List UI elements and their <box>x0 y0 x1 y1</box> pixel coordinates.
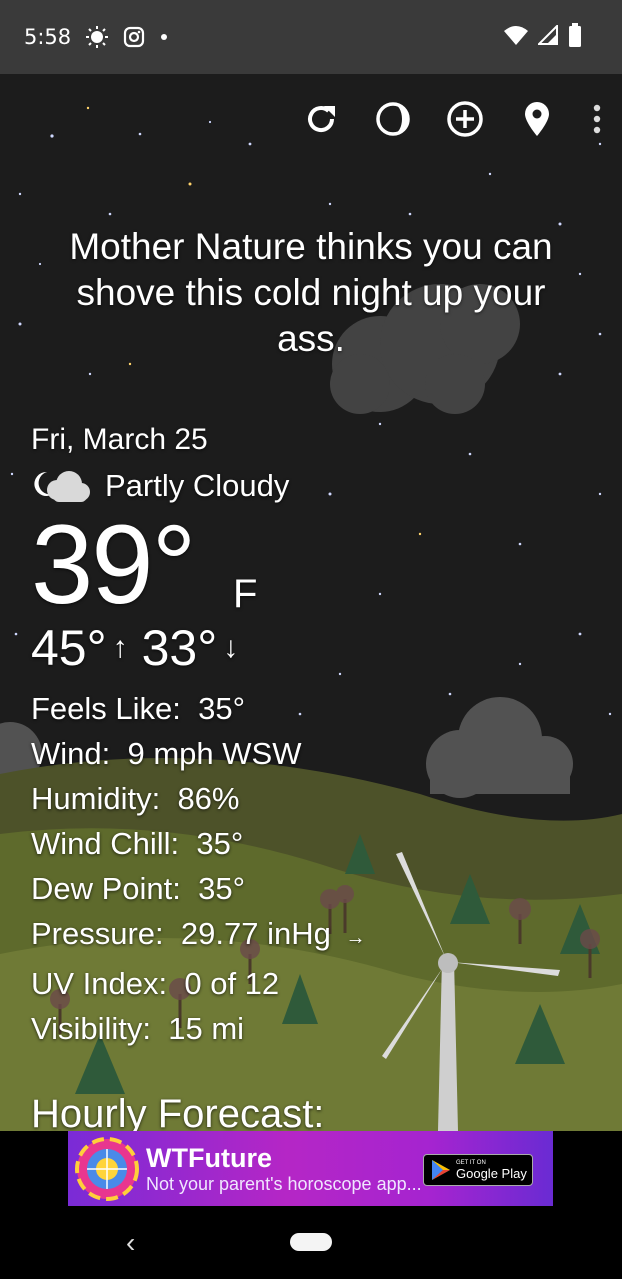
detail-wind: Wind: 9 mph WSW <box>31 731 365 776</box>
instagram-icon <box>123 26 145 48</box>
detail-label: Dew Point: <box>31 871 181 906</box>
detail-label: Visibility: <box>31 1011 152 1046</box>
detail-dew-point: Dew Point: 35° <box>31 866 365 911</box>
detail-value: 15 mi <box>168 1011 245 1046</box>
status-time: 5:58 <box>24 25 72 49</box>
battery-icon <box>568 22 582 52</box>
detail-label: Wind: <box>31 736 111 771</box>
detail-value: 86% <box>177 781 240 816</box>
back-button[interactable]: ‹ <box>126 1227 135 1259</box>
horoscope-wheel-icon <box>74 1136 140 1202</box>
add-location-icon[interactable] <box>446 100 484 138</box>
detail-value: 35° <box>196 826 244 861</box>
condition-text: Partly Cloudy <box>105 468 290 503</box>
night-partly-cloudy-icon <box>31 466 93 506</box>
ad-subtitle: Not your parent's horoscope app... <box>146 1173 422 1194</box>
signal-icon <box>536 23 558 50</box>
low-temperature: 33° <box>141 620 218 676</box>
weather-details: Feels Like: 35° Wind: 9 mph WSW Humidity… <box>31 686 365 1051</box>
high-arrow-icon: ↑ <box>112 631 128 664</box>
navigation-bar: ‹ <box>0 1211 622 1279</box>
google-play-name: Google Play <box>456 1165 527 1181</box>
detail-value: 9 mph WSW <box>127 736 302 771</box>
detail-value: 29.77 inHg <box>180 916 331 951</box>
refresh-icon[interactable] <box>302 100 340 138</box>
moon-phase-icon[interactable] <box>374 100 412 138</box>
google-play-text: GET IT ON Google Play <box>456 1160 527 1181</box>
detail-feels-like: Feels Like: 35° <box>31 686 365 731</box>
detail-visibility: Visibility: 15 mi <box>31 1006 365 1051</box>
home-pill-button[interactable] <box>290 1233 332 1251</box>
detail-value: 0 of 12 <box>184 966 280 1001</box>
detail-wind-chill: Wind Chill: 35° <box>31 821 365 866</box>
weather-scene: Mother Nature thinks you can shove this … <box>0 74 622 1131</box>
notification-dot <box>159 32 169 42</box>
ad-title: WTFuture <box>146 1142 272 1173</box>
pressure-trend-arrow-icon: → <box>345 927 366 949</box>
detail-label: UV Index: <box>31 966 168 1001</box>
detail-uv-index: UV Index: 0 of 12 <box>31 961 365 1006</box>
status-bar: 5:58 <box>0 0 622 74</box>
snarky-quote: Mother Nature thinks you can shove this … <box>69 226 553 359</box>
detail-pressure: Pressure: 29.77 inHg → <box>31 911 365 961</box>
wifi-icon <box>504 25 528 50</box>
temperature-unit: F <box>233 572 258 616</box>
brightness-icon <box>85 25 109 49</box>
ad-text: WTFuture Not your parent's horoscope app… <box>146 1143 422 1195</box>
more-vert-icon[interactable] <box>590 100 604 138</box>
location-pin-icon[interactable] <box>518 100 556 138</box>
toolbar <box>302 100 604 138</box>
hourly-forecast-heading: Hourly Forecast: <box>31 1092 325 1131</box>
condition-row: Partly Cloudy <box>31 466 365 506</box>
detail-value: 35° <box>198 871 246 906</box>
detail-label: Wind Chill: <box>31 826 180 861</box>
low-arrow-icon: ↓ <box>223 631 239 664</box>
forecast-date: Fri, March 25 <box>31 423 208 456</box>
current-weather: Fri, March 25 Partly Cloudy 39° F 45° ↑ … <box>31 422 365 1051</box>
ad-banner[interactable]: WTFuture Not your parent's horoscope app… <box>68 1131 553 1206</box>
detail-label: Feels Like: <box>31 691 181 726</box>
detail-value: 35° <box>198 691 246 726</box>
google-play-badge[interactable]: GET IT ON Google Play <box>423 1154 533 1186</box>
high-low-row: 45° ↑ 33° ↓ <box>31 620 365 676</box>
temperature-block: 39° F <box>31 509 365 621</box>
play-triangle-icon <box>432 1160 450 1180</box>
detail-humidity: Humidity: 86% <box>31 776 365 821</box>
current-temperature: 39° <box>31 502 196 627</box>
detail-label: Humidity: <box>31 781 161 816</box>
detail-label: Pressure: <box>31 916 164 951</box>
high-temperature: 45° <box>31 620 107 676</box>
